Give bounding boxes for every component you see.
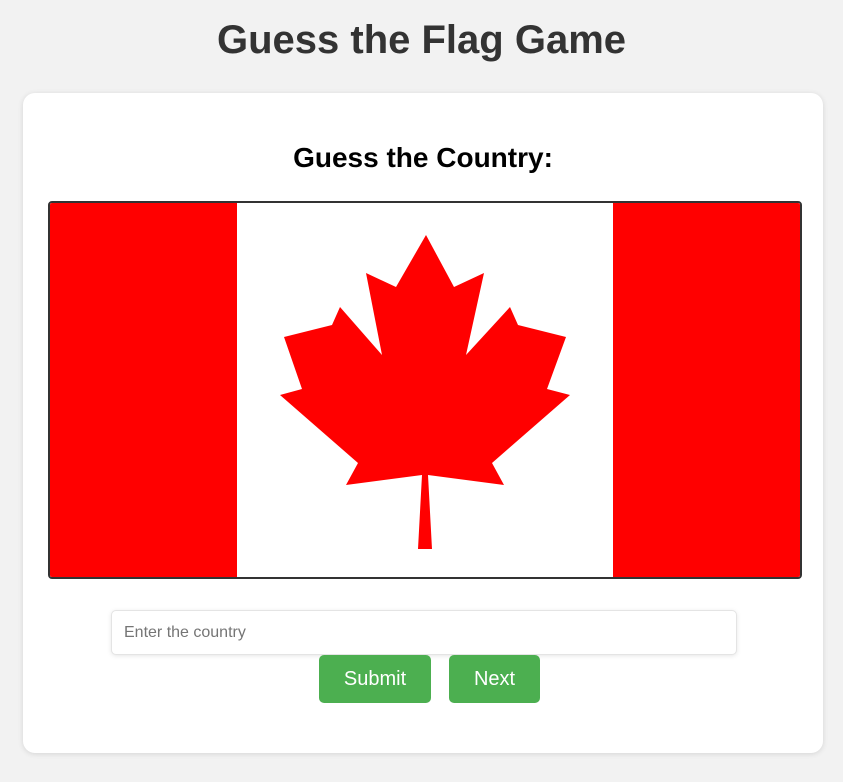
- page-title: Guess the Flag Game: [216, 18, 627, 62]
- submit-button[interactable]: Submit: [319, 655, 431, 703]
- game-card: Guess the Country: Submit Next: [23, 93, 823, 753]
- country-input[interactable]: [111, 610, 737, 655]
- question-heading: Guess the Country:: [293, 142, 553, 173]
- next-button[interactable]: Next: [449, 655, 540, 703]
- flag-right-band: [613, 203, 800, 577]
- flag-left-band: [50, 203, 237, 577]
- flag-image: [48, 201, 802, 579]
- canada-flag-icon: [50, 203, 800, 577]
